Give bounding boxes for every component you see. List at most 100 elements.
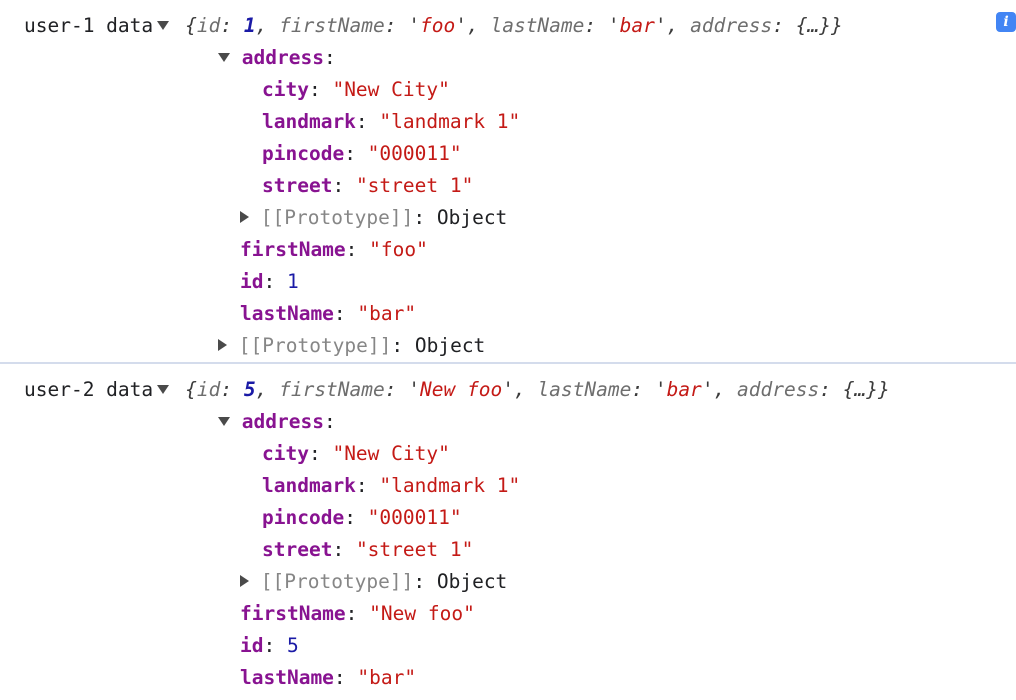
property-key[interactable]: street [262,174,332,197]
chevron-down-icon[interactable] [218,416,230,426]
property-key[interactable]: id [240,634,263,657]
property-key[interactable]: pincode [262,506,344,529]
string-value: "000011" [367,142,462,165]
property-key[interactable]: city [262,442,309,465]
preview-key: firstName [279,378,385,401]
property-key[interactable]: address [242,410,324,433]
string-value: "000011" [367,506,462,529]
separator: : [263,270,287,293]
log-entry: user-2 data {id: 5, firstName: 'New foo',… [0,362,1016,694]
expand-toggle[interactable] [240,206,249,229]
expand-toggle[interactable] [240,570,249,593]
preview-quote: ' [502,378,514,401]
string-value: "street 1" [355,538,474,561]
preview-comma: , [713,378,738,401]
property-key[interactable]: pincode [262,142,344,165]
preview-quote: ' [408,378,420,401]
property-key[interactable]: lastName [240,302,334,325]
string-value: "bar" [357,302,417,325]
property-key[interactable]: landmark [262,474,356,497]
preview-string-value: foo [420,14,456,37]
prototype-key[interactable]: [[Prototype]] [261,570,414,593]
string-value: "bar" [357,666,417,689]
property-row: street: "street 1" [0,534,1016,566]
separator: : [263,634,287,657]
separator: : [308,78,333,101]
preview-quote: ' [654,14,667,37]
separator: : [323,410,336,433]
chevron-down-icon[interactable] [218,52,230,62]
property-row: landmark: "landmark 1" [0,470,1016,502]
property-row: lastName: "bar" [0,298,1016,330]
prototype-key[interactable]: [[Prototype]] [239,334,392,357]
property-key[interactable]: address [242,46,324,69]
prototype-row: [[Prototype]]: Object [0,330,1016,362]
preview-key: lastName [537,378,632,401]
property-key[interactable]: street [262,538,332,561]
separator: : [355,110,380,133]
preview-brace-open: { [185,14,197,37]
string-value: "New City" [332,442,450,465]
property-key[interactable]: id [240,270,263,293]
preview-key: id [196,378,221,401]
entry-header-row: user-2 data {id: 5, firstName: 'New foo',… [0,364,1016,406]
object-preview[interactable]: {id: 1, firstName: 'foo', lastName: 'bar… [185,10,992,42]
preview-separator: : [631,378,655,401]
chevron-down-icon[interactable] [157,384,170,394]
preview-comma: , [255,378,280,401]
console-output-panel: user-1 data {id: 1, firstName: 'foo', las… [0,0,1016,694]
entry-header-row: user-1 data {id: 1, firstName: 'foo', las… [0,0,1016,42]
expand-toggle[interactable] [218,334,227,357]
preview-string-value: bar [619,14,655,37]
property-key[interactable]: firstName [240,238,346,261]
property-row: lastName: "bar" [0,662,1016,694]
separator: : [323,46,336,69]
prototype-row: [[Prototype]]: Object [0,566,1016,598]
preview-number-value: 5 [243,378,256,401]
preview-comma: , [666,14,691,37]
property-row: city: "New City" [0,438,1016,470]
prototype-value: Object [436,206,508,229]
prototype-value: Object [436,570,508,593]
preview-separator: : [220,378,244,401]
property-key[interactable]: city [262,78,309,101]
property-key[interactable]: landmark [262,110,356,133]
chevron-right-icon[interactable] [218,339,227,351]
separator: : [355,474,380,497]
expand-toggle[interactable] [153,10,185,42]
separator: : [333,666,358,689]
info-icon[interactable]: i [996,12,1016,32]
expand-toggle[interactable] [218,410,230,433]
property-key[interactable]: firstName [240,602,346,625]
separator: : [345,602,370,625]
preview-separator: : [772,14,796,37]
string-value: "New foo" [369,602,475,625]
separator: : [391,334,415,357]
preview-comma: , [255,14,280,37]
property-row: id: 1 [0,266,1016,298]
preview-key: id [196,14,221,37]
prototype-value: Object [414,334,486,357]
chevron-down-icon[interactable] [157,20,170,30]
log-source-label: user-2 data [24,378,154,401]
chevron-right-icon[interactable] [240,575,249,587]
expand-toggle[interactable] [153,374,185,406]
preview-key: address [737,378,820,401]
separator: : [413,570,437,593]
string-value: "landmark 1" [379,474,521,497]
preview-object-value: {…} [795,14,831,37]
prototype-key[interactable]: [[Prototype]] [261,206,414,229]
preview-quote: ' [408,14,420,37]
preview-string-value: New foo [420,378,503,401]
string-value: "New City" [332,78,450,101]
object-preview[interactable]: {id: 5, firstName: 'New foo', lastName: … [185,374,1016,406]
property-key[interactable]: lastName [240,666,334,689]
preview-separator: : [384,378,409,401]
chevron-right-icon[interactable] [240,211,249,223]
prototype-row: [[Prototype]]: Object [0,202,1016,234]
preview-object-value: {…} [842,378,878,401]
expand-toggle[interactable] [218,46,230,69]
